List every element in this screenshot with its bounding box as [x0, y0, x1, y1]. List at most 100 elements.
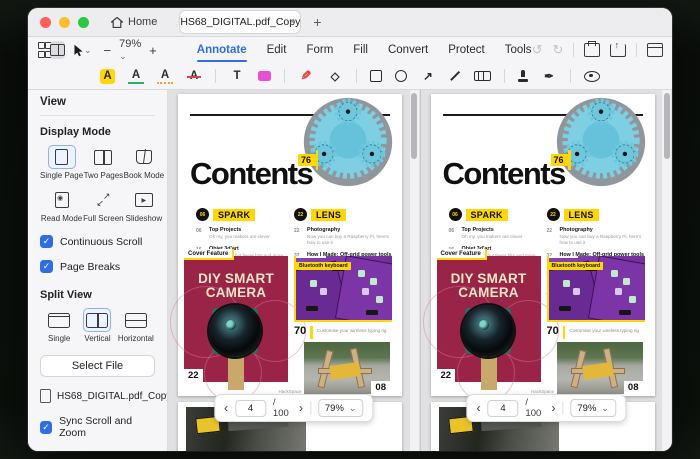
home-tab[interactable]: Home	[103, 13, 165, 31]
signature-tool[interactable]: ✒	[541, 68, 557, 84]
squiggly-underline-tool[interactable]: A	[157, 69, 173, 84]
scrollbar-thumb[interactable]	[411, 93, 417, 159]
pane-zoom-select[interactable]: 79% ⌄	[318, 399, 364, 417]
new-tab-button[interactable]: +	[313, 14, 321, 30]
bottom-toolbar-toggle-icon[interactable]	[647, 43, 663, 57]
catapult-photo: 08	[304, 342, 390, 394]
pdf-pane-left[interactable]: 76 Contents 06 SPARK 06Top ProjectsOh my…	[168, 90, 420, 451]
tab-form[interactable]: Form	[306, 39, 333, 61]
pdf-page[interactable]: 76 Contents 06 SPARK 06Top ProjectsOh my…	[431, 94, 655, 396]
toc-item: 22PhotographyNow you can buy a Raspberry…	[294, 227, 396, 246]
split-file-row[interactable]: HS68_DIGITAL.pdf_Copy.pdf	[40, 389, 155, 403]
page-navigation-toolbar: ‹ 4 / 100 › 79% ⌄	[214, 394, 373, 422]
page-breaks-checkbox[interactable]: ✓ Page Breaks	[40, 260, 155, 273]
section-name: SPARK	[213, 209, 255, 221]
tab-fill[interactable]: Fill	[353, 39, 368, 61]
display-mode-full-screen[interactable]: Full Screen	[83, 188, 123, 223]
display-mode-single-page[interactable]: Single Page	[40, 145, 83, 180]
highlight-tool[interactable]: A	[100, 69, 115, 84]
share-icon[interactable]	[610, 44, 626, 57]
minimize-window-button[interactable]	[59, 17, 70, 28]
zoom-out-button[interactable]: −	[104, 43, 112, 58]
page-total-label: / 100	[273, 397, 292, 419]
text-tool[interactable]: T	[229, 68, 245, 84]
ellipse-shape-tool[interactable]	[395, 70, 407, 82]
close-tab-icon[interactable]: ×	[289, 17, 295, 28]
split-view-horizontal[interactable]: Horizontal	[117, 308, 155, 343]
camera-module-photo	[212, 308, 258, 354]
toc-item: 06Top ProjectsOh my, you makers are clev…	[449, 227, 547, 240]
tutorial-page-row: 70 Customise your wireless typing rig	[294, 326, 386, 339]
checkbox-checked-icon: ✓	[40, 421, 52, 434]
arrow-tool[interactable]: ↗	[420, 68, 436, 84]
pdf-pane-right[interactable]: 76 Contents 06 SPARK 06Top ProjectsOh my…	[420, 90, 673, 451]
stamp-tool[interactable]	[518, 70, 528, 82]
line-tool[interactable]	[450, 71, 460, 81]
tab-convert[interactable]: Convert	[388, 39, 428, 61]
print-icon[interactable]	[584, 43, 600, 57]
display-mode-read[interactable]: Read Mode	[40, 188, 83, 223]
section-name: LENS	[564, 209, 599, 221]
zoom-level-select[interactable]: 79% ⌄	[119, 38, 141, 62]
pen-tool[interactable]: ✎	[298, 68, 314, 84]
tab-edit[interactable]: Edit	[267, 39, 287, 61]
single-page-icon	[55, 149, 68, 165]
split-view-single[interactable]: Single	[40, 308, 78, 343]
note-comment-tool[interactable]	[258, 71, 271, 81]
close-window-button[interactable]	[40, 17, 51, 28]
camera-lens	[462, 305, 514, 357]
sidebar-toggle-button[interactable]	[50, 41, 65, 59]
annotate-toolbar: A A A A T ✎ ◇ ↗ ✒	[28, 63, 672, 90]
eraser-tool[interactable]: ◇	[327, 68, 343, 84]
split-view-heading: Split View	[40, 289, 155, 301]
view-annotations-tool[interactable]	[584, 71, 600, 82]
view-sidebar: View Display Mode Single Page Two Pages …	[28, 90, 168, 451]
tab-tools[interactable]: Tools	[505, 39, 532, 61]
redo-icon[interactable]: ↻	[552, 42, 563, 58]
tab-protect[interactable]: Protect	[448, 39, 484, 61]
toolbar-right-actions: ↺ ↻	[532, 42, 664, 58]
app-window: Home HS68_DIGITAL.pdf_Copy × + ⌄ − 79% ⌄…	[28, 8, 672, 451]
split-view-vertical[interactable]: Vertical	[78, 308, 116, 343]
select-file-button[interactable]: Select File	[40, 355, 155, 377]
sync-scroll-zoom-checkbox[interactable]: ✓ Sync Scroll and Zoom	[40, 415, 155, 439]
measure-tool[interactable]	[474, 71, 491, 81]
page-number-input[interactable]: 4	[235, 400, 266, 417]
continuous-scroll-checkbox[interactable]: ✓ Continuous Scroll	[40, 235, 155, 248]
scrollbar-thumb[interactable]	[664, 93, 670, 159]
cover-page-number: 22	[437, 369, 456, 382]
previous-page-button[interactable]: ‹	[224, 402, 228, 414]
display-mode-two-pages[interactable]: Two Pages	[83, 145, 123, 180]
document-tab[interactable]: HS68_DIGITAL.pdf_Copy ×	[179, 10, 301, 34]
tab-annotate[interactable]: Annotate	[197, 39, 247, 61]
underline-tool[interactable]: A	[128, 69, 144, 84]
display-mode-slideshow[interactable]: ▶Slideshow	[124, 188, 164, 223]
chevron-down-icon: ⌄	[119, 51, 127, 61]
thumbnails-button[interactable]	[38, 41, 50, 59]
pane-scrollbar[interactable]	[661, 90, 671, 451]
section-badge: 22	[547, 208, 560, 221]
sidebar-title: View	[40, 96, 155, 116]
zoom-in-button[interactable]: +	[149, 43, 157, 58]
camera-lens	[209, 305, 261, 357]
rectangle-shape-tool[interactable]	[370, 70, 382, 82]
zoom-window-button[interactable]	[78, 17, 89, 28]
tutorial-caption: Customise your wireless typing rig	[569, 326, 639, 333]
next-page-button[interactable]: ›	[551, 402, 555, 414]
pane-zoom-select[interactable]: 79% ⌄	[570, 399, 616, 417]
page-number-input[interactable]: 4	[488, 400, 519, 417]
previous-page-button[interactable]: ‹	[477, 402, 481, 414]
content-area: View Display Mode Single Page Two Pages …	[28, 90, 672, 451]
page-navigation-toolbar: ‹ 4 / 100 › 79% ⌄	[467, 394, 626, 422]
pdf-page[interactable]: 76 Contents 06 SPARK 06Top ProjectsOh my…	[178, 94, 402, 396]
undo-icon[interactable]: ↺	[532, 42, 543, 58]
pointer-tool-button[interactable]: ⌄	[73, 41, 92, 59]
section-badge: 06	[196, 208, 209, 221]
full-screen-icon	[96, 193, 110, 207]
display-mode-book[interactable]: Book Mode	[124, 145, 164, 180]
display-mode-heading: Display Mode	[40, 126, 155, 138]
tab-bar: Home HS68_DIGITAL.pdf_Copy × +	[28, 8, 672, 37]
pane-scrollbar[interactable]	[409, 90, 419, 451]
next-page-button[interactable]: ›	[299, 402, 303, 414]
strikeout-tool[interactable]: A	[186, 68, 202, 84]
